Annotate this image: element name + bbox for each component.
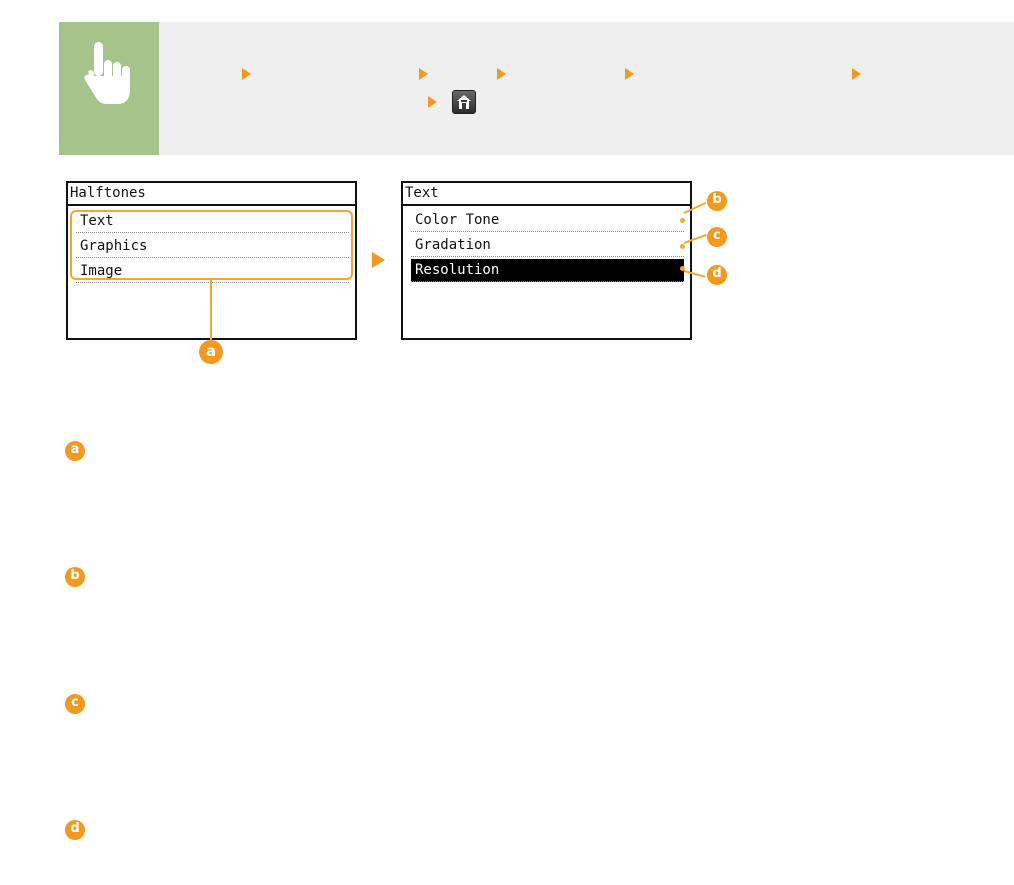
section-marker-c: c [65,694,85,714]
menu-item-color-tone[interactable]: Color Tone [411,209,684,232]
callout-c-dot [680,244,685,249]
menu-item-gradation[interactable]: Gradation [411,234,684,257]
callout-badge-a: a [199,340,223,364]
callout-a-leader [210,280,212,342]
home-icon [457,95,471,109]
callout-badge-d: d [707,265,727,285]
callout-badge-c: c [707,227,727,247]
section-marker-a: a [65,441,85,461]
next-screen-arrow-icon [372,252,385,268]
step-arrow-icon [419,68,428,80]
screen-title: Halftones [68,183,355,206]
pointing-hand-icon [84,42,130,104]
section-marker-d: d [65,820,85,840]
instruction-banner [59,22,1014,155]
menu-item-resolution[interactable]: Resolution [411,259,684,282]
home-button[interactable] [452,90,476,114]
callout-badge-b: b [707,191,727,211]
callout-b-dot [680,218,685,223]
callout-a-bracket [70,210,353,280]
screen-title: Text [403,183,690,206]
touch-icon-box [59,22,159,155]
step-arrow-icon [852,68,861,80]
step-arrow-icon [242,68,251,80]
step-arrow-icon [625,68,634,80]
step-arrow-icon [497,68,506,80]
section-marker-b: b [65,567,85,587]
step-arrow-icon [428,96,437,108]
lcd-screen-text: Text Color Tone Gradation Resolution [401,181,692,340]
